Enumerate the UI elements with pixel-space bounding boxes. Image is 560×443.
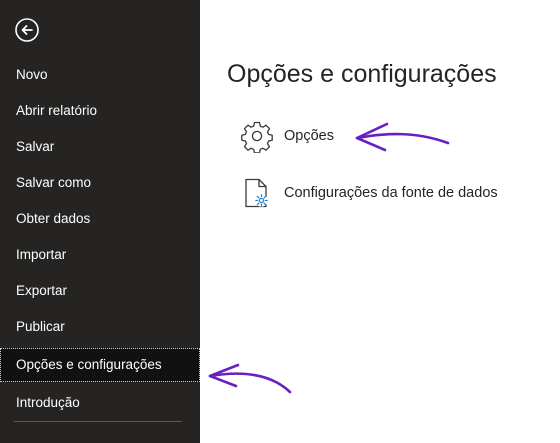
sidebar: Novo Abrir relatório Salvar Salvar como … (0, 0, 200, 443)
menu-item-opcoes-e-configuracoes[interactable]: Opções e configurações (0, 348, 200, 382)
menu-item-abrir-relatorio[interactable]: Abrir relatório (0, 94, 200, 128)
menu-item-label: Salvar como (16, 175, 92, 190)
menu-item-exportar[interactable]: Exportar (0, 274, 200, 308)
menu-item-label: Exportar (16, 283, 68, 298)
menu-item-label: Importar (16, 247, 67, 262)
menu-item-importar[interactable]: Importar (0, 238, 200, 272)
menu-item-label: Novo (16, 67, 48, 82)
sidebar-divider (14, 421, 182, 422)
gear-icon (240, 119, 274, 154)
back-arrow-icon (15, 18, 39, 42)
menu-item-novo[interactable]: Novo (0, 58, 200, 92)
menu-item-salvar-como[interactable]: Salvar como (0, 166, 200, 200)
app-window: Novo Abrir relatório Salvar Salvar como … (0, 0, 560, 443)
main-panel: Opções e configurações Opções Configuraç… (200, 0, 560, 443)
menu-item-label: Abrir relatório (16, 103, 98, 118)
menu-item-label: Publicar (16, 319, 65, 334)
data-source-settings-icon (240, 176, 274, 210)
menu-item-label: Obter dados (16, 211, 91, 226)
menu-item-label: Salvar (16, 139, 55, 154)
option-label: Opções (284, 128, 334, 144)
menu-item-label: Opções e configurações (16, 357, 162, 372)
menu-item-label: Introdução (16, 395, 80, 410)
menu-item-obter-dados[interactable]: Obter dados (0, 202, 200, 236)
menu-item-salvar[interactable]: Salvar (0, 130, 200, 164)
back-button[interactable] (14, 17, 40, 43)
page-title: Opções e configurações (227, 60, 497, 88)
menu-item-publicar[interactable]: Publicar (0, 310, 200, 344)
option-label: Configurações da fonte de dados (284, 185, 498, 201)
menu-item-introducao[interactable]: Introdução (0, 386, 200, 420)
option-opcoes[interactable]: Opções (240, 118, 334, 154)
option-configuracoes-fonte-de-dados[interactable]: Configurações da fonte de dados (240, 175, 498, 211)
